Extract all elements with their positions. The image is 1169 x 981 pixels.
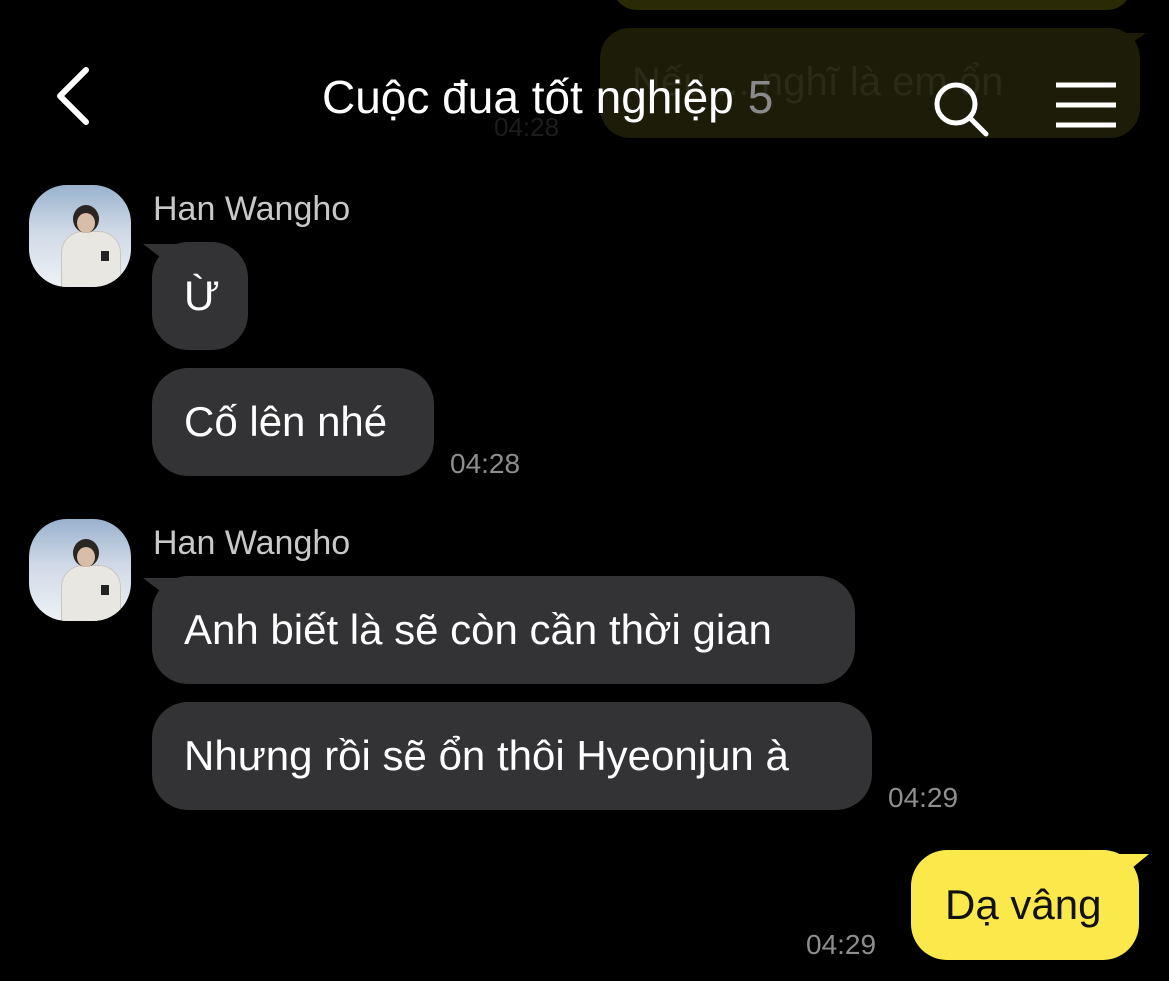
search-button[interactable] [928,78,994,144]
sender-avatar[interactable] [29,185,131,287]
message-time: 04:28 [450,448,521,479]
message-bubble[interactable]: Anh biết là sẽ còn cần thời gian [152,576,855,684]
previous-message-bubble-faded [612,0,1132,10]
chevron-left-icon [57,67,89,125]
message-bubble[interactable]: Ừ [152,242,248,350]
sender-name[interactable]: Han Wangho [153,190,350,229]
back-button[interactable] [40,58,110,134]
sender-avatar[interactable] [29,519,131,621]
sender-name[interactable]: Han Wangho [153,524,350,563]
member-count: 5 [747,71,774,123]
message-bubble[interactable]: Nhưng rồi sẽ ổn thôi Hyeonjun à [152,702,872,810]
my-message-bubble[interactable]: Dạ vâng [911,850,1139,960]
message-bubble[interactable]: Cố lên nhé [152,368,434,476]
menu-button[interactable] [1054,80,1118,130]
chat-header: Cuộc đua tốt nghiệp 5 [0,40,1169,150]
hamburger-menu-icon [1056,82,1116,128]
message-time: 04:29 [888,782,959,813]
search-icon [934,82,989,137]
chat-room-name: Cuộc đua tốt nghiệp [322,71,734,123]
chat-title: Cuộc đua tốt nghiệp 5 [322,70,773,124]
my-message-time: 04:29 [806,929,877,960]
